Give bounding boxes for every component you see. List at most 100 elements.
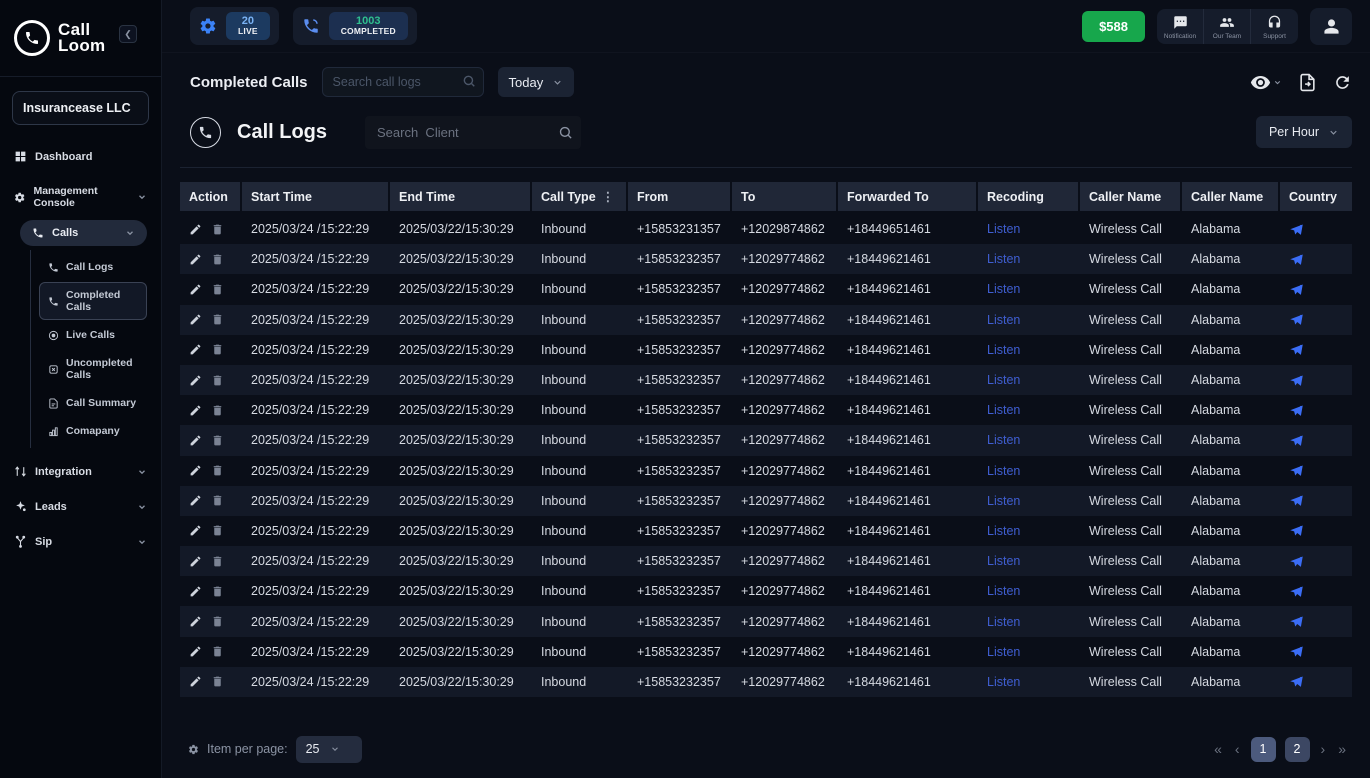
- country-bird-icon[interactable]: [1289, 403, 1304, 418]
- listen-link[interactable]: Listen: [978, 675, 1080, 689]
- country-bird-icon[interactable]: [1289, 644, 1304, 659]
- edit-icon[interactable]: [189, 343, 202, 356]
- listen-link[interactable]: Listen: [978, 645, 1080, 659]
- edit-icon[interactable]: [189, 404, 202, 417]
- sidebar-item-sip[interactable]: Sip: [0, 524, 161, 559]
- listen-link[interactable]: Listen: [978, 494, 1080, 508]
- action-cell: [180, 555, 242, 568]
- search-call-logs-input[interactable]: [321, 67, 484, 97]
- user-avatar-button[interactable]: [1310, 7, 1352, 45]
- country-bird-icon[interactable]: [1289, 584, 1304, 599]
- delete-icon[interactable]: [211, 283, 224, 296]
- edit-icon[interactable]: [189, 675, 202, 688]
- delete-icon[interactable]: [211, 555, 224, 568]
- delete-icon[interactable]: [211, 645, 224, 658]
- country-bird-icon[interactable]: [1289, 493, 1304, 508]
- listen-link[interactable]: Listen: [978, 584, 1080, 598]
- edit-icon[interactable]: [189, 494, 202, 507]
- sidebar-item-dashboard[interactable]: Dashboard: [0, 139, 161, 174]
- edit-icon[interactable]: [189, 645, 202, 658]
- country-bird-icon[interactable]: [1289, 282, 1304, 297]
- edit-icon[interactable]: [189, 615, 202, 628]
- delete-icon[interactable]: [211, 494, 224, 507]
- date-filter-dropdown[interactable]: Today: [497, 67, 575, 97]
- listen-link[interactable]: Listen: [978, 615, 1080, 629]
- sidebar-item-uncompleted-calls[interactable]: Uncompleted Calls: [39, 350, 147, 388]
- listen-link[interactable]: Listen: [978, 464, 1080, 478]
- items-per-page-dropdown[interactable]: 25: [295, 735, 362, 763]
- delete-icon[interactable]: [211, 223, 224, 236]
- country-bird-icon[interactable]: [1289, 463, 1304, 478]
- edit-icon[interactable]: [189, 253, 202, 266]
- previous-page-button[interactable]: ‹: [1233, 741, 1242, 757]
- listen-link[interactable]: Listen: [978, 313, 1080, 327]
- listen-link[interactable]: Listen: [978, 373, 1080, 387]
- listen-link[interactable]: Listen: [978, 252, 1080, 266]
- column-menu-icon[interactable]: ⋮: [602, 189, 615, 204]
- search-client-input[interactable]: [365, 115, 582, 149]
- delete-icon[interactable]: [211, 343, 224, 356]
- sidebar-item-company[interactable]: Comapany: [39, 418, 147, 444]
- delete-icon[interactable]: [211, 374, 224, 387]
- sidebar-item-completed-calls[interactable]: Completed Calls: [39, 282, 147, 320]
- delete-icon[interactable]: [211, 464, 224, 477]
- country-bird-icon[interactable]: [1289, 373, 1304, 388]
- country-bird-icon[interactable]: [1289, 222, 1304, 237]
- completed-calls-badge[interactable]: 1003 COMPLETED: [292, 6, 417, 46]
- edit-icon[interactable]: [189, 313, 202, 326]
- listen-link[interactable]: Listen: [978, 433, 1080, 447]
- delete-icon[interactable]: [211, 434, 224, 447]
- sidebar-item-call-logs[interactable]: Call Logs: [39, 254, 147, 280]
- edit-icon[interactable]: [189, 434, 202, 447]
- sidebar-item-integration[interactable]: Integration: [0, 454, 161, 489]
- sidebar-item-calls[interactable]: Calls: [20, 220, 147, 246]
- delete-icon[interactable]: [211, 253, 224, 266]
- delete-icon[interactable]: [211, 615, 224, 628]
- delete-icon[interactable]: [211, 404, 224, 417]
- sidebar-item-live-calls[interactable]: Live Calls: [39, 322, 147, 348]
- edit-icon[interactable]: [189, 464, 202, 477]
- sidebar-item-management-console[interactable]: Management Console: [0, 174, 161, 220]
- export-button[interactable]: [1298, 73, 1317, 92]
- first-page-button[interactable]: «: [1212, 741, 1224, 757]
- listen-link[interactable]: Listen: [978, 554, 1080, 568]
- delete-icon[interactable]: [211, 313, 224, 326]
- delete-icon[interactable]: [211, 585, 224, 598]
- sidebar-item-leads[interactable]: Leads: [0, 489, 161, 524]
- country-bird-icon[interactable]: [1289, 342, 1304, 357]
- listen-link[interactable]: Listen: [978, 282, 1080, 296]
- country-bird-icon[interactable]: [1289, 674, 1304, 689]
- listen-link[interactable]: Listen: [978, 524, 1080, 538]
- sidebar-item-call-summary[interactable]: Call Summary: [39, 390, 147, 416]
- edit-icon[interactable]: [189, 223, 202, 236]
- edit-icon[interactable]: [189, 374, 202, 387]
- country-bird-icon[interactable]: [1289, 614, 1304, 629]
- support-button[interactable]: Support: [1251, 9, 1298, 44]
- sidebar-collapse-icon[interactable]: ❮: [119, 25, 137, 43]
- listen-link[interactable]: Listen: [978, 403, 1080, 417]
- page-1-button[interactable]: 1: [1250, 736, 1276, 762]
- refresh-button[interactable]: [1333, 73, 1352, 92]
- listen-link[interactable]: Listen: [978, 222, 1080, 236]
- edit-icon[interactable]: [189, 585, 202, 598]
- delete-icon[interactable]: [211, 524, 224, 537]
- our-team-button[interactable]: Our Team: [1204, 8, 1251, 44]
- country-bird-icon[interactable]: [1289, 252, 1304, 267]
- visibility-toggle-button[interactable]: [1250, 72, 1282, 93]
- next-page-button[interactable]: ›: [1319, 741, 1328, 757]
- page-2-button[interactable]: 2: [1284, 736, 1310, 762]
- edit-icon[interactable]: [189, 524, 202, 537]
- edit-icon[interactable]: [189, 283, 202, 296]
- country-bird-icon[interactable]: [1289, 523, 1304, 538]
- balance-button[interactable]: $588: [1082, 10, 1145, 42]
- country-bird-icon[interactable]: [1289, 312, 1304, 327]
- notification-button[interactable]: Notification: [1157, 8, 1204, 44]
- country-bird-icon[interactable]: [1289, 433, 1304, 448]
- delete-icon[interactable]: [211, 675, 224, 688]
- last-page-button[interactable]: »: [1336, 741, 1348, 757]
- country-bird-icon[interactable]: [1289, 554, 1304, 569]
- listen-link[interactable]: Listen: [978, 343, 1080, 357]
- edit-icon[interactable]: [189, 555, 202, 568]
- interval-filter-dropdown[interactable]: Per Hour: [1255, 116, 1352, 148]
- live-calls-badge[interactable]: 20 LIVE: [190, 6, 279, 46]
